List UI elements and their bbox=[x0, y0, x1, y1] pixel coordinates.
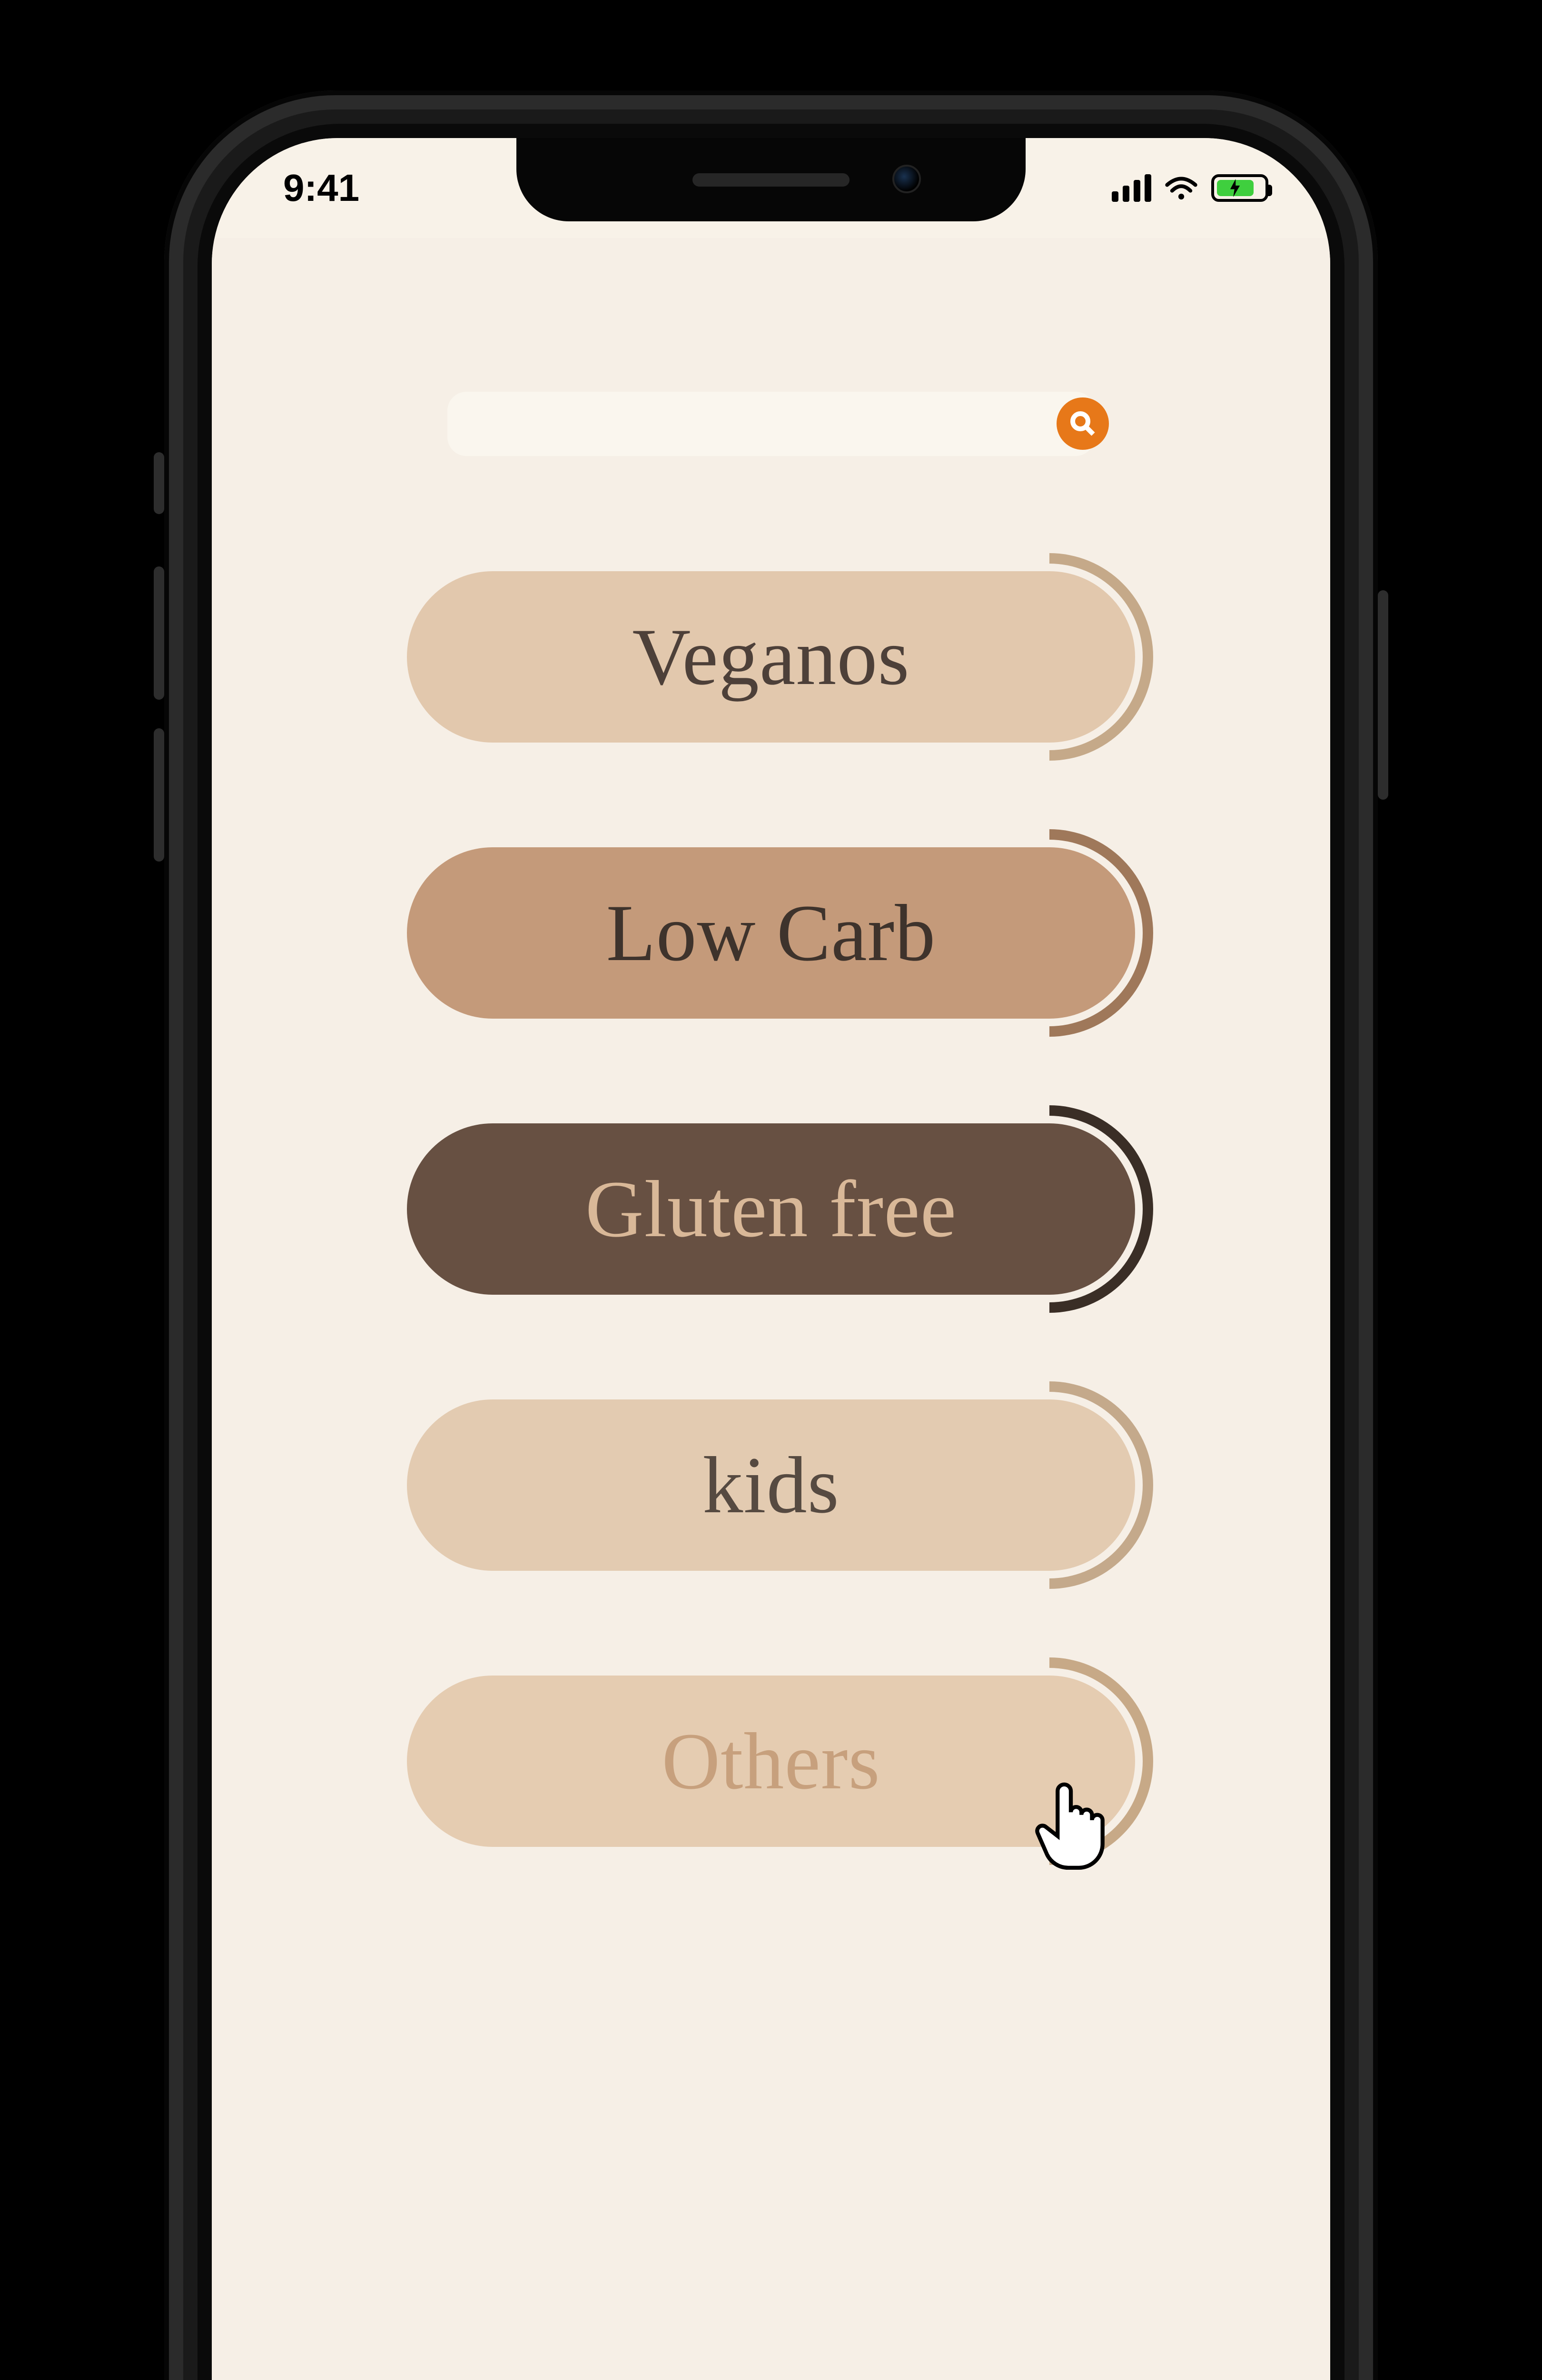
category-others[interactable]: Others bbox=[407, 1676, 1135, 1847]
category-label: Low Carb bbox=[606, 887, 936, 980]
cellular-signal-icon bbox=[1112, 174, 1151, 202]
front-camera bbox=[892, 165, 921, 193]
category-gluten-free[interactable]: Gluten free bbox=[407, 1123, 1135, 1295]
notch bbox=[516, 138, 1026, 221]
search-row bbox=[447, 386, 1095, 462]
category-label: Gluten free bbox=[585, 1163, 957, 1256]
content-area: Veganos Low Carb Gluten free kids bbox=[212, 238, 1330, 2380]
category-list: Veganos Low Carb Gluten free kids bbox=[212, 571, 1330, 1847]
category-low-carb[interactable]: Low Carb bbox=[407, 847, 1135, 1019]
screen: 9:41 bbox=[212, 138, 1330, 2380]
category-veganos[interactable]: Veganos bbox=[407, 571, 1135, 743]
search-icon bbox=[1068, 409, 1097, 438]
status-time: 9:41 bbox=[283, 166, 359, 210]
category-label: kids bbox=[702, 1439, 839, 1532]
category-label: Others bbox=[662, 1715, 880, 1808]
silent-switch[interactable] bbox=[154, 452, 164, 514]
pointer-cursor-icon bbox=[1030, 1778, 1111, 1873]
category-label: Veganos bbox=[633, 611, 910, 704]
volume-down-button[interactable] bbox=[154, 728, 164, 862]
battery-charging-icon bbox=[1211, 174, 1268, 202]
speaker-grille bbox=[692, 173, 850, 187]
phone-frame: 9:41 bbox=[164, 90, 1378, 2380]
wifi-icon bbox=[1165, 175, 1198, 201]
volume-up-button[interactable] bbox=[154, 566, 164, 700]
search-input[interactable] bbox=[447, 392, 1095, 456]
category-kids[interactable]: kids bbox=[407, 1399, 1135, 1571]
search-button[interactable] bbox=[1057, 397, 1109, 450]
power-button[interactable] bbox=[1378, 590, 1388, 800]
